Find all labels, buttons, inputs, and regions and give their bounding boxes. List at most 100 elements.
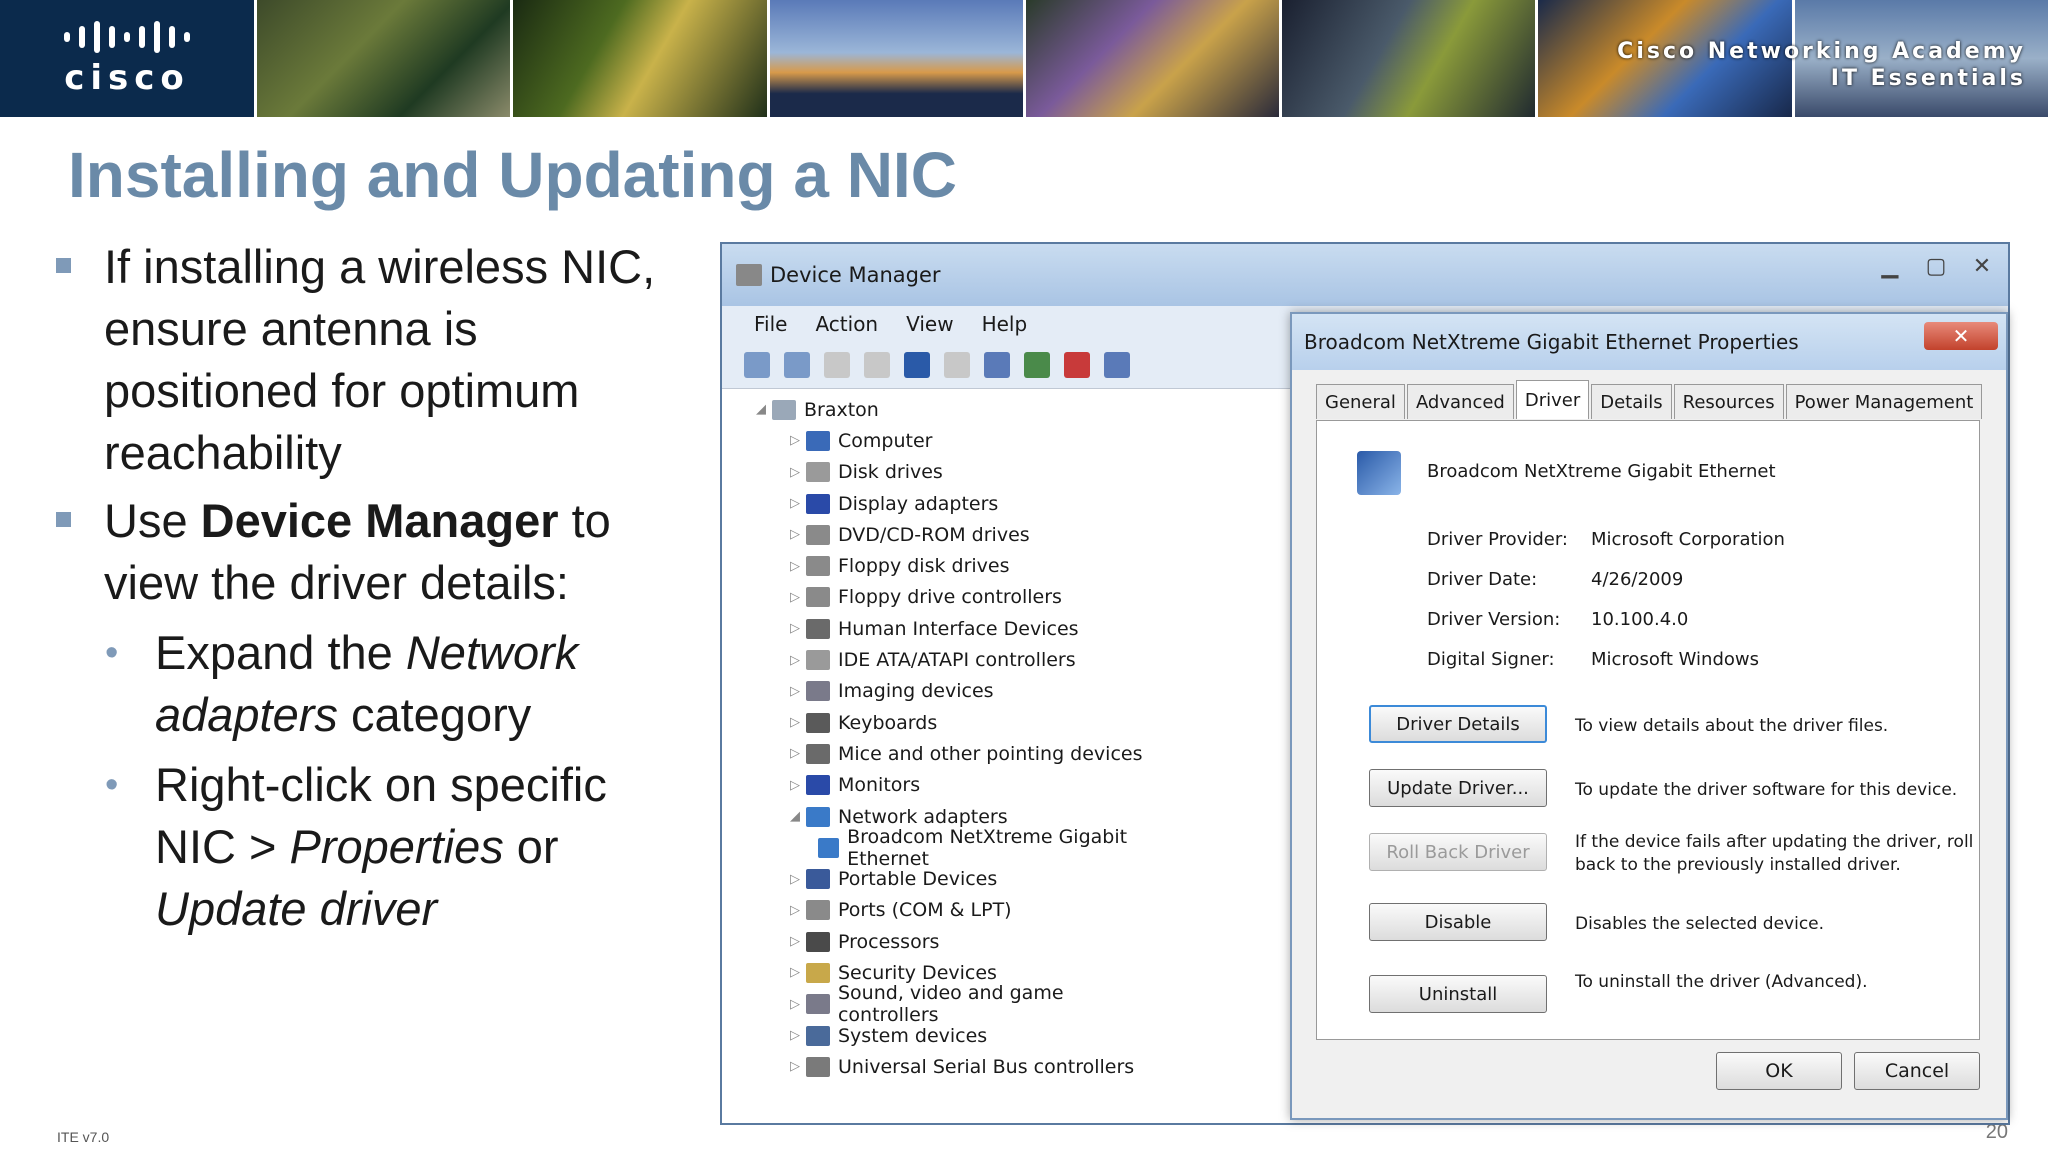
sub-bullet-text-italic: Properties — [289, 820, 504, 873]
banner-caption-line2: IT Essentials — [1830, 66, 2026, 91]
properties-icon[interactable] — [944, 352, 970, 378]
tree-item-label: Broadcom NetXtreme Gigabit Ethernet — [847, 825, 1128, 870]
expand-arrow-icon[interactable]: ▷ — [784, 559, 806, 574]
tree-item-floppy-disk-drives[interactable]: ▷ Floppy disk drives — [784, 550, 1170, 581]
roll-back-description: If the device fails after updating the d… — [1575, 832, 1974, 875]
ok-button[interactable]: OK — [1716, 1052, 1842, 1090]
device-manager-icon — [736, 264, 762, 286]
dialog-title: Broadcom NetXtreme Gigabit Ethernet Prop… — [1304, 330, 1799, 354]
expand-arrow-icon[interactable]: ▷ — [784, 527, 806, 542]
tree-item-label: Ports (COM & LPT) — [838, 899, 1012, 922]
monitor-icon — [806, 775, 830, 796]
uninstall-icon[interactable] — [1064, 352, 1090, 378]
tab-power-management[interactable]: Power Management — [1785, 384, 1983, 419]
expand-arrow-icon[interactable]: ▷ — [784, 465, 806, 480]
expand-arrow-icon[interactable]: ▷ — [784, 590, 806, 605]
show-hide-tree-icon[interactable] — [864, 352, 890, 378]
collapse-arrow-icon[interactable]: ◢ — [784, 809, 806, 824]
expand-arrow-icon[interactable]: ▷ — [784, 903, 806, 918]
driver-provider-label: Driver Provider: — [1427, 529, 1568, 550]
tab-driver[interactable]: Driver — [1515, 380, 1590, 419]
tree-item-label: Computer — [838, 429, 933, 452]
cisco-logo-text: cisco — [64, 57, 190, 98]
expand-arrow-icon[interactable]: ▷ — [784, 746, 806, 761]
expand-arrow-icon[interactable]: ▷ — [784, 997, 806, 1012]
tree-item-broadcom-nic[interactable]: Broadcom NetXtreme Gigabit Ethernet — [784, 826, 1170, 870]
header-banner: cisco Cisco Networking Academy IT Essent… — [0, 0, 2048, 117]
help-icon[interactable] — [904, 352, 930, 378]
system-device-icon — [806, 1025, 830, 1046]
banner-photo-motherboard — [1025, 0, 1280, 117]
expand-arrow-icon[interactable]: ▷ — [784, 621, 806, 636]
disable-device-icon[interactable] — [1104, 352, 1130, 378]
update-driver-button[interactable]: Update Driver... — [1369, 769, 1547, 807]
tree-root-braxton[interactable]: ◢ Braxton — [750, 394, 1170, 425]
minimize-icon[interactable]: ▁ — [1868, 252, 1912, 280]
tree-item-disk-drives[interactable]: ▷ Disk drives — [784, 457, 1170, 488]
tree-item-hid[interactable]: ▷ Human Interface Devices — [784, 613, 1170, 644]
digital-signer-row: Digital Signer: Microsoft Windows — [1427, 649, 1759, 670]
expand-arrow-icon[interactable]: ▷ — [784, 1028, 806, 1043]
expand-arrow-icon[interactable]: ▷ — [784, 433, 806, 448]
uninstall-button[interactable]: Uninstall — [1369, 975, 1547, 1013]
expand-arrow-icon[interactable]: ▷ — [784, 965, 806, 980]
maximize-icon[interactable]: ▢ — [1914, 252, 1958, 280]
properties-titlebar[interactable]: Broadcom NetXtreme Gigabit Ethernet Prop… — [1292, 314, 2006, 370]
forward-arrow-icon[interactable] — [784, 352, 810, 378]
device-name: Broadcom NetXtreme Gigabit Ethernet — [1427, 461, 1776, 482]
tree-item-mice[interactable]: ▷ Mice and other pointing devices — [784, 738, 1170, 769]
back-arrow-icon[interactable] — [744, 352, 770, 378]
tab-details[interactable]: Details — [1591, 384, 1672, 419]
driver-date-row: Driver Date: 4/26/2009 — [1427, 569, 1683, 590]
tree-item-dvd-drives[interactable]: ▷ DVD/CD-ROM drives — [784, 519, 1170, 550]
close-icon[interactable]: ✕ — [1924, 322, 1998, 350]
tree-item-monitors[interactable]: ▷ Monitors — [784, 770, 1170, 801]
tree-item-label: Network adapters — [838, 805, 1008, 828]
cancel-button[interactable]: Cancel — [1854, 1052, 1980, 1090]
tree-item-sound[interactable]: ▷ Sound, video and game controllers — [784, 982, 1170, 1026]
expand-arrow-icon[interactable]: ▷ — [784, 715, 806, 730]
up-level-icon[interactable] — [824, 352, 850, 378]
tree-item-label: Display adapters — [838, 492, 999, 515]
tree-item-label: Floppy drive controllers — [838, 586, 1062, 609]
driver-details-button[interactable]: Driver Details — [1369, 705, 1547, 743]
banner-photo-components — [257, 0, 511, 117]
tree-item-keyboards[interactable]: ▷ Keyboards — [784, 707, 1170, 738]
scan-hardware-icon[interactable] — [1024, 352, 1050, 378]
tree-item-processors[interactable]: ▷ Processors — [784, 926, 1170, 957]
tree-item-usb-controllers[interactable]: ▷ Universal Serial Bus controllers — [784, 1051, 1170, 1082]
tab-advanced[interactable]: Advanced — [1406, 384, 1514, 419]
expand-arrow-icon[interactable]: ▷ — [784, 653, 806, 668]
tree-item-computer[interactable]: ▷ Computer — [784, 425, 1170, 456]
expand-arrow-icon[interactable]: ▷ — [784, 496, 806, 511]
close-icon[interactable]: ✕ — [1960, 252, 2004, 280]
tree-item-label: Sound, video and game controllers — [837, 982, 1064, 1027]
network-adapter-icon — [818, 837, 840, 858]
driver-details-description: To view details about the driver files. — [1575, 716, 1889, 736]
banner-caption-line1: Cisco Networking Academy — [1617, 39, 2026, 64]
menu-file[interactable]: File — [754, 312, 787, 336]
tab-resources[interactable]: Resources — [1673, 384, 1784, 419]
menu-help[interactable]: Help — [982, 312, 1028, 336]
collapse-arrow-icon[interactable]: ◢ — [750, 402, 772, 417]
expand-arrow-icon[interactable]: ▷ — [784, 934, 806, 949]
disable-button[interactable]: Disable — [1369, 903, 1547, 941]
tab-general[interactable]: General — [1316, 384, 1405, 419]
menu-view[interactable]: View — [906, 312, 953, 336]
expand-arrow-icon[interactable]: ▷ — [784, 1059, 806, 1074]
expand-arrow-icon[interactable]: ▷ — [784, 684, 806, 699]
expand-arrow-icon[interactable]: ▷ — [784, 778, 806, 793]
network-adapter-icon — [806, 806, 830, 827]
tree-item-ide-controllers[interactable]: ▷ IDE ATA/ATAPI controllers — [784, 644, 1170, 675]
round-bullet-icon: • — [105, 632, 119, 674]
expand-arrow-icon[interactable]: ▷ — [784, 872, 806, 887]
menu-action[interactable]: Action — [815, 312, 878, 336]
update-driver-icon[interactable] — [984, 352, 1010, 378]
roll-back-driver-button[interactable]: Roll Back Driver — [1369, 833, 1547, 871]
sub-bullet-text-italic: Update driver — [155, 882, 438, 935]
tree-item-floppy-controllers[interactable]: ▷ Floppy drive controllers — [784, 582, 1170, 613]
device-manager-titlebar[interactable]: Device Manager ▁ ▢ ✕ — [722, 244, 2008, 306]
tree-item-ports[interactable]: ▷ Ports (COM & LPT) — [784, 895, 1170, 926]
tree-item-display-adapters[interactable]: ▷ Display adapters — [784, 488, 1170, 519]
tree-item-imaging-devices[interactable]: ▷ Imaging devices — [784, 676, 1170, 707]
